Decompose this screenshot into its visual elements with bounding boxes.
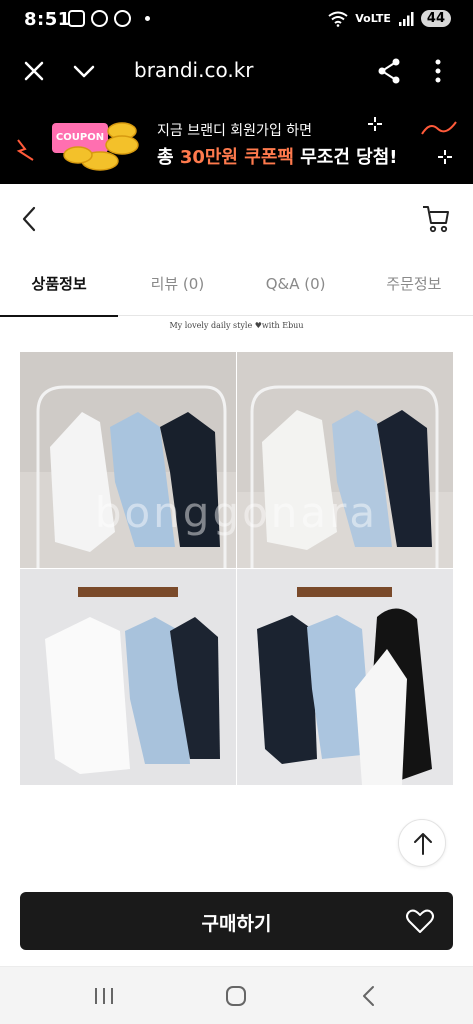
system-nav-bar (0, 966, 473, 1024)
more-icon[interactable] (421, 54, 455, 88)
tab-qna[interactable]: Q&A (0) (237, 254, 355, 316)
buy-button-label: 구매하기 (201, 913, 272, 935)
product-photo[interactable] (20, 569, 236, 785)
clock: 8:51 (24, 9, 71, 30)
coins-icon (63, 122, 139, 171)
cup-icon (91, 10, 108, 27)
battery-icon: 44 (420, 10, 451, 27)
talk-icon (114, 10, 131, 27)
browser-toolbar: brandi.co.kr (0, 40, 473, 103)
spark-left-icon (16, 139, 34, 161)
screenshot-icon (68, 10, 85, 27)
buy-button[interactable]: 구매하기 (20, 892, 453, 950)
url-text[interactable]: brandi.co.kr (134, 58, 254, 82)
tab-order-info[interactable]: 주문정보 (355, 254, 473, 316)
signup-coupon-banner[interactable]: COUPON 지금 브랜디 회원가입 하면 총 30만원 쿠폰팩 무조건 당첨! (0, 103, 473, 184)
banner-suffix: 무조건 당첨! (293, 147, 398, 168)
status-bar: 8:51 VoLTE 44 (0, 0, 473, 40)
notification-icons (68, 10, 150, 27)
product-header (0, 184, 473, 254)
network-label: VoLTE (355, 12, 391, 25)
wifi-icon (328, 11, 348, 27)
banner-line-2: 총 30만원 쿠폰팩 무조건 당첨! (157, 143, 398, 169)
banner-line-1: 지금 브랜디 회원가입 하면 (157, 123, 313, 139)
heart-icon[interactable] (405, 906, 435, 936)
banner-highlight: 30만원 쿠폰팩 (179, 147, 294, 168)
arrow-up-icon (414, 833, 432, 855)
sparkle-small-icon (438, 150, 452, 164)
recent-apps-icon[interactable] (90, 983, 118, 1009)
watermark: bonggonara (94, 488, 379, 537)
chevron-down-icon[interactable] (67, 54, 101, 88)
more-notifications-dot (145, 16, 150, 21)
cart-icon[interactable] (420, 202, 452, 234)
signal-icon (398, 11, 414, 26)
tab-product-info[interactable]: 상품정보 (0, 254, 119, 317)
product-caption: My lovely daily style ♥with Ebuu (169, 321, 304, 330)
product-image-grid (20, 352, 453, 785)
system-icons: VoLTE 44 (328, 10, 451, 27)
close-icon[interactable] (17, 54, 51, 88)
banner-prefix: 총 (157, 147, 180, 168)
product-tabs: 상품정보 리뷰 (0) Q&A (0) 주문정보 (0, 254, 473, 317)
back-nav-icon[interactable] (355, 983, 383, 1009)
sparkle-icon (368, 117, 382, 131)
home-icon[interactable] (222, 983, 250, 1009)
back-icon[interactable] (16, 204, 44, 234)
tab-reviews[interactable]: 리뷰 (0) (118, 254, 236, 316)
swoosh-icon (421, 121, 457, 135)
product-photo[interactable] (237, 569, 453, 785)
scroll-to-top-button[interactable] (398, 819, 446, 867)
share-icon[interactable] (372, 54, 406, 88)
